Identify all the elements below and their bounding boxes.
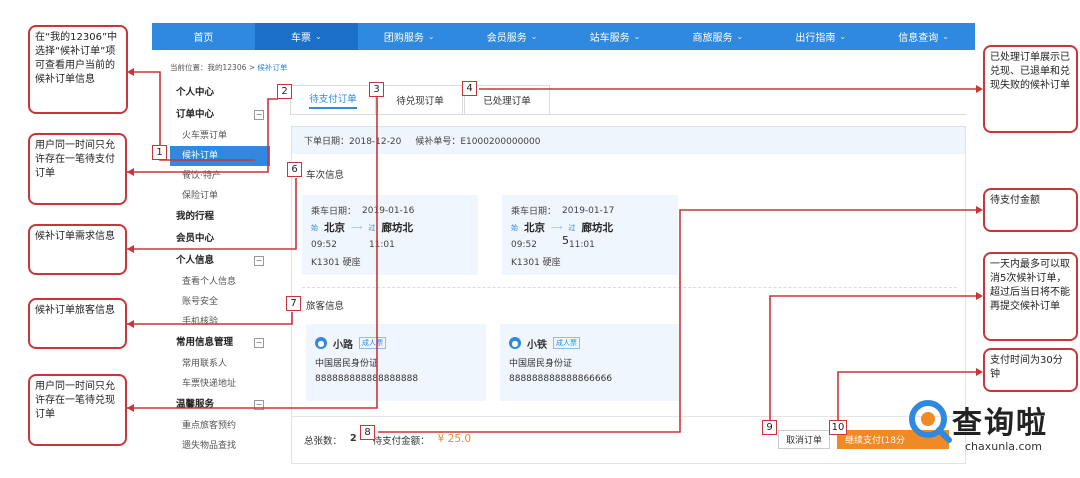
marker-6: 6	[287, 162, 302, 177]
callout-cancel-limit: 一天内最多可以取消5次候补订单，超过后当日将不能再提交候补订单	[983, 252, 1078, 341]
arrow-head-icon	[127, 320, 134, 328]
callout-one-pending-payment: 用户同一时间只允许存在一笔待支付订单	[28, 133, 127, 205]
watermark-url: chaxunla.com	[965, 440, 1042, 453]
marker-1: 1	[152, 145, 167, 160]
callout-demand-info: 候补订单需求信息	[28, 224, 127, 275]
callout-processed-orders: 已处理订单展示已兑现、已退单和兑现失败的候补订单	[983, 45, 1078, 133]
arrow-head-icon	[976, 85, 983, 93]
leader-line-8	[378, 209, 979, 433]
arrow-head-icon	[976, 368, 983, 376]
marker-2: 2	[277, 84, 292, 99]
leader-line-7	[127, 312, 293, 325]
marker-3: 3	[369, 82, 384, 97]
arrow-head-icon	[127, 404, 134, 412]
arrow-head-icon	[127, 68, 134, 76]
arrow-head-icon	[127, 245, 134, 253]
watermark-text: 查询啦	[952, 406, 1048, 441]
search-logo-icon	[909, 400, 952, 443]
leader-line-6	[127, 178, 297, 250]
arrow-head-icon	[976, 206, 983, 214]
marker-10: 10	[829, 420, 847, 435]
leader-line-3	[127, 97, 378, 409]
marker-7: 7	[286, 296, 301, 311]
leader-line-1	[133, 71, 161, 145]
arrow-head-icon	[976, 292, 983, 300]
callout-pay-time: 支付时间为30分钟	[983, 348, 1078, 392]
callout-one-pending-fulfil: 用户同一时间只允许存在一笔待兑现订单	[28, 374, 127, 446]
leader-line-2	[127, 98, 278, 173]
marker-4: 4	[462, 81, 477, 96]
arrow-head-icon	[127, 168, 134, 176]
callout-passenger-info: 候补订单旅客信息	[28, 298, 127, 349]
marker-8: 8	[360, 425, 375, 440]
callout-select-waitlist: 在“我的12306”中选择“候补订单”项可查看用户当前的候补订单信息	[28, 25, 128, 114]
leader-line-1b	[159, 145, 255, 161]
marker-9: 9	[762, 420, 777, 435]
callout-pending-amount: 待支付金额	[983, 188, 1078, 232]
